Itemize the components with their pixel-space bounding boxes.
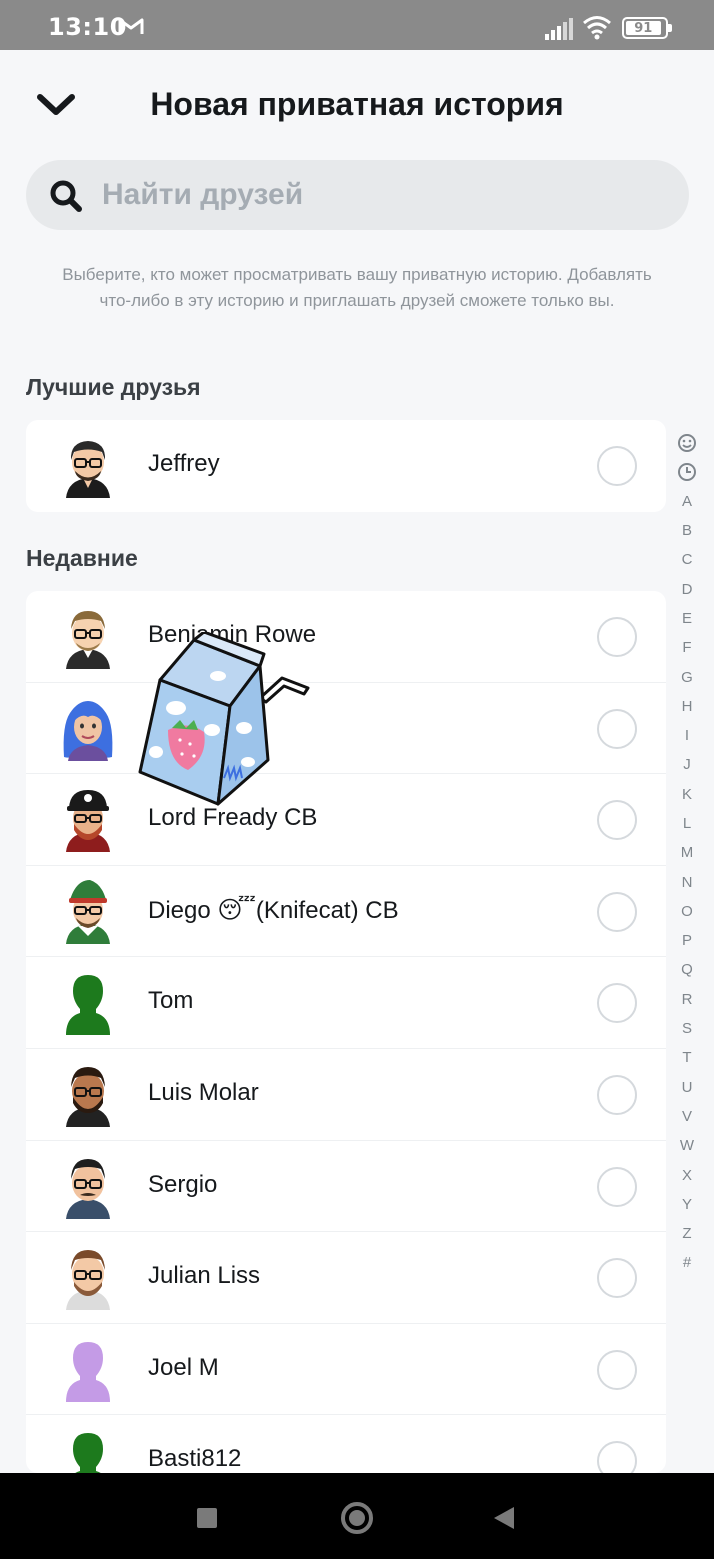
mail-icon [118,18,144,34]
status-bar: 13:10 91 [0,0,714,50]
index-letter[interactable]: M [672,838,702,867]
select-radio[interactable] [597,708,637,749]
friend-name: Luis Molar [148,1078,259,1106]
select-radio[interactable] [597,1166,637,1207]
index-letter[interactable]: W [672,1131,702,1160]
index-letter[interactable]: G [672,662,702,691]
friend-name: Benjamin Rowe [148,621,317,648]
friend-row[interactable]: Diego 😴(Knifecat) CB [26,866,666,958]
page-title: Новая приватная история [150,86,564,122]
friend-name: Lord Fready CB [148,804,318,832]
index-letter[interactable]: K [672,780,702,809]
select-radio[interactable] [597,446,637,486]
friend-row[interactable]: Julian Liss [26,1232,666,1324]
index-letter[interactable]: C [672,545,702,574]
select-radio[interactable] [597,617,637,657]
index-letter[interactable]: E [672,604,702,633]
battery-level: 91 [634,20,653,36]
friend-row[interactable]: Jeffrey [26,420,666,512]
index-letter[interactable]: T [672,1043,702,1072]
index-letter[interactable]: U [672,1073,702,1102]
select-radio[interactable] [597,1258,637,1299]
friend-name: Jeffrey [148,450,220,477]
silhouette-avatar [73,1433,103,1473]
bitmoji-avatar [66,441,110,498]
search-input[interactable] [100,160,660,230]
index-letter[interactable]: F [672,633,702,662]
index-letter[interactable]: Q [672,955,702,984]
friend-row[interactable]: Benjamin Rowe [26,591,666,683]
bitmoji-avatar [66,790,110,853]
silhouette-avatar [66,1341,110,1402]
select-radio[interactable] [597,983,637,1024]
index-letter[interactable]: B [672,516,702,545]
header: Новая приватная история [0,50,714,160]
bitmoji-avatar [66,1250,110,1311]
friend-name: Diego 😴(Knifecat) CB [148,896,399,924]
circle-icon[interactable] [340,1501,374,1535]
clock-icon[interactable] [672,457,702,486]
silhouette-avatar [66,975,110,1036]
index-letter[interactable]: D [672,574,702,603]
friend-row[interactable]: Luis Molar [26,1049,666,1141]
status-time: 13:10 [48,13,127,41]
friend-row[interactable] [26,683,666,775]
friend-name: Tom [148,987,194,1015]
friend-row[interactable]: Basti812 [26,1415,666,1473]
select-radio[interactable] [597,1074,637,1115]
square-icon[interactable] [196,1507,218,1529]
index-letter[interactable]: # [672,1248,702,1277]
smiley-icon[interactable] [672,428,702,457]
alphabet-index[interactable]: A B C D E F G H I J K L M N O P Q R S T … [672,428,702,1278]
bitmoji-avatar [66,611,110,669]
index-letter[interactable]: I [672,721,702,750]
index-letter[interactable]: X [672,1160,702,1189]
section-title-recent: Недавние [26,545,138,571]
friend-name: Julian Liss [148,1262,261,1290]
friend-row[interactable]: Sergio [26,1141,666,1233]
bitmoji-avatar [66,879,110,944]
index-letter[interactable]: Y [672,1190,702,1219]
index-letter[interactable]: N [672,867,702,896]
search-bar[interactable] [26,160,689,230]
friend-row[interactable]: Lord Fready CB [26,774,666,866]
best-friends-list: Jeffrey [26,420,666,512]
friend-row[interactable]: Tom [26,957,666,1049]
index-letter[interactable]: A [672,487,702,516]
search-icon [50,180,82,212]
select-radio[interactable] [597,800,637,841]
select-radio[interactable] [597,1349,637,1390]
index-letter[interactable]: Z [672,1219,702,1248]
index-letter[interactable]: J [672,750,702,779]
index-letter[interactable]: V [672,1102,702,1131]
triangle-back-icon[interactable] [492,1505,516,1531]
battery-fill: 91 [626,20,661,36]
friend-name: Sergio [148,1170,218,1198]
signal-icon [545,18,573,40]
bitmoji-avatar [63,700,113,761]
index-letter[interactable]: L [672,809,702,838]
battery-icon: 91 [622,17,672,39]
index-letter[interactable]: P [672,926,702,955]
select-radio[interactable] [597,1441,637,1473]
bitmoji-avatar [66,1158,110,1219]
section-title-best-friends: Лучшие друзья [26,374,201,400]
index-letter[interactable]: R [672,985,702,1014]
index-letter[interactable]: S [672,1014,702,1043]
bitmoji-avatar [66,1066,110,1127]
wifi-icon [583,16,611,40]
friend-name: Basti812 [148,1445,242,1473]
friend-name: Joel M [148,1353,219,1381]
friend-row[interactable]: Joel M [26,1324,666,1416]
index-letter[interactable]: H [672,692,702,721]
recent-friends-list: Benjamin Rowe Lord Fready CB Diego 😴(Kni… [26,591,666,1473]
index-letter[interactable]: O [672,897,702,926]
description-text: Выберите, кто может просматривать вашу п… [62,265,652,310]
select-radio[interactable] [597,891,637,932]
navigation-bar [0,1473,714,1559]
